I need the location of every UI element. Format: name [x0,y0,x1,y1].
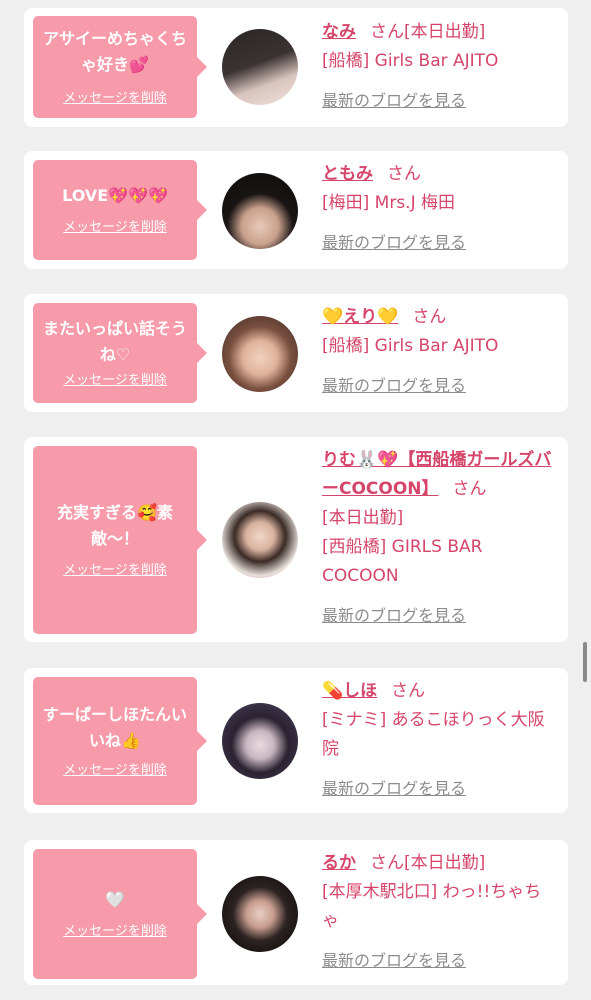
girl-info: ともみ さん [梅田] Mrs.J 梅田 最新のブログを見る [322,160,558,258]
girl-name-link[interactable]: なみ [322,22,356,42]
delete-message-link[interactable]: メッセージを削除 [63,562,167,580]
honorific: さん [452,479,487,499]
today-status: [本日出勤] [322,508,404,528]
avatar[interactable] [222,703,298,779]
shop-name: [船橋] Girls Bar AJITO [322,51,499,71]
shop-name: [ミナミ] あるこほりっく大阪院 [322,710,545,759]
girl-info: 💛えり💛 さん [船橋] Girls Bar AJITO 最新のブログを見る [322,303,558,401]
latest-blog-link[interactable]: 最新のブログを見る [322,601,466,630]
girl-info: 💊しほ さん [ミナミ] あるこほりっく大阪院 最新のブログを見る [322,677,558,804]
shop-name: [西船橋] GIRLS BAR COCOON [322,537,483,586]
message-text: 🤍 [105,890,125,909]
avatar[interactable] [222,502,298,578]
message-bubble: アサイーめちゃくちゃ好き💕 メッセージを削除 [33,16,207,118]
message-text: アサイーめちゃくちゃ好き💕 [42,29,187,74]
honorific: さん [412,307,447,327]
message-text: 充実すぎる🥰素敵〜！ [57,503,173,548]
scrollbar[interactable] [583,642,587,682]
message-card: LOVE💖💖💖 メッセージを削除 ともみ さん [梅田] Mrs.J 梅田 最新の… [24,151,568,269]
avatar[interactable] [222,876,298,952]
delete-message-link[interactable]: メッセージを削除 [63,372,167,390]
message-text: またいっぱい話そうね♡ [42,319,187,364]
message-card: またいっぱい話そうね♡ メッセージを削除 💛えり💛 さん [船橋] Girls B… [24,294,568,412]
girl-info: りむ🐰💖【西船橋ガールズバーCOCOON】 さん [本日出勤] [西船橋] GIR… [322,446,558,631]
shop-name: [船橋] Girls Bar AJITO [322,336,499,356]
girl-name-link[interactable]: りむ🐰💖【西船橋ガールズバーCOCOON】 [322,450,551,499]
message-bubble: またいっぱい話そうね♡ メッセージを削除 [33,303,207,403]
latest-blog-link[interactable]: 最新のブログを見る [322,228,466,257]
avatar[interactable] [222,173,298,249]
message-card: 🤍 メッセージを削除 るか さん[本日出勤] [本厚木駅北口] わっ!!ちゃちゃ … [24,840,568,985]
avatar[interactable] [222,316,298,392]
delete-message-link[interactable]: メッセージを削除 [63,923,167,941]
delete-message-link[interactable]: メッセージを削除 [63,762,167,780]
girl-name-link[interactable]: 💊しほ [322,681,377,701]
today-status: [本日出勤] [404,853,486,873]
message-bubble: LOVE💖💖💖 メッセージを削除 [33,160,207,260]
girl-name-link[interactable]: 💛えり💛 [322,307,398,327]
message-card: 充実すぎる🥰素敵〜！ メッセージを削除 りむ🐰💖【西船橋ガールズバーCOCOON… [24,437,568,642]
girl-name-link[interactable]: ともみ [322,164,373,184]
message-bubble: すーぱーしほたんいいね👍 メッセージを削除 [33,677,207,805]
delete-message-link[interactable]: メッセージを削除 [63,90,167,108]
latest-blog-link[interactable]: 最新のブログを見る [322,774,466,803]
message-text: すーぱーしほたんいいね👍 [42,705,187,750]
girl-info: るか さん[本日出勤] [本厚木駅北口] わっ!!ちゃちゃ 最新のブログを見る [322,849,558,976]
message-bubble: 🤍 メッセージを削除 [33,849,207,979]
avatar[interactable] [222,29,298,105]
message-text: LOVE💖💖💖 [62,186,168,205]
today-status: [本日出勤] [404,22,486,42]
girl-info: なみ さん[本日出勤] [船橋] Girls Bar AJITO 最新のブログを見… [322,18,558,116]
message-card: すーぱーしほたんいいね👍 メッセージを削除 💊しほ さん [ミナミ] あるこほりっ… [24,668,568,813]
message-card: アサイーめちゃくちゃ好き💕 メッセージを削除 なみ さん[本日出勤] [船橋] G… [24,8,568,127]
honorific: さん [391,681,426,701]
latest-blog-link[interactable]: 最新のブログを見る [322,371,466,400]
honorific: さん [370,22,404,42]
girl-name-link[interactable]: るか [322,853,356,873]
shop-name: [梅田] Mrs.J 梅田 [322,193,456,213]
latest-blog-link[interactable]: 最新のブログを見る [322,86,466,115]
message-bubble: 充実すぎる🥰素敵〜！ メッセージを削除 [33,446,207,634]
shop-name: [本厚木駅北口] わっ!!ちゃちゃ [322,882,542,931]
delete-message-link[interactable]: メッセージを削除 [63,219,167,237]
honorific: さん [370,853,404,873]
honorific: さん [387,164,421,184]
latest-blog-link[interactable]: 最新のブログを見る [322,946,466,975]
